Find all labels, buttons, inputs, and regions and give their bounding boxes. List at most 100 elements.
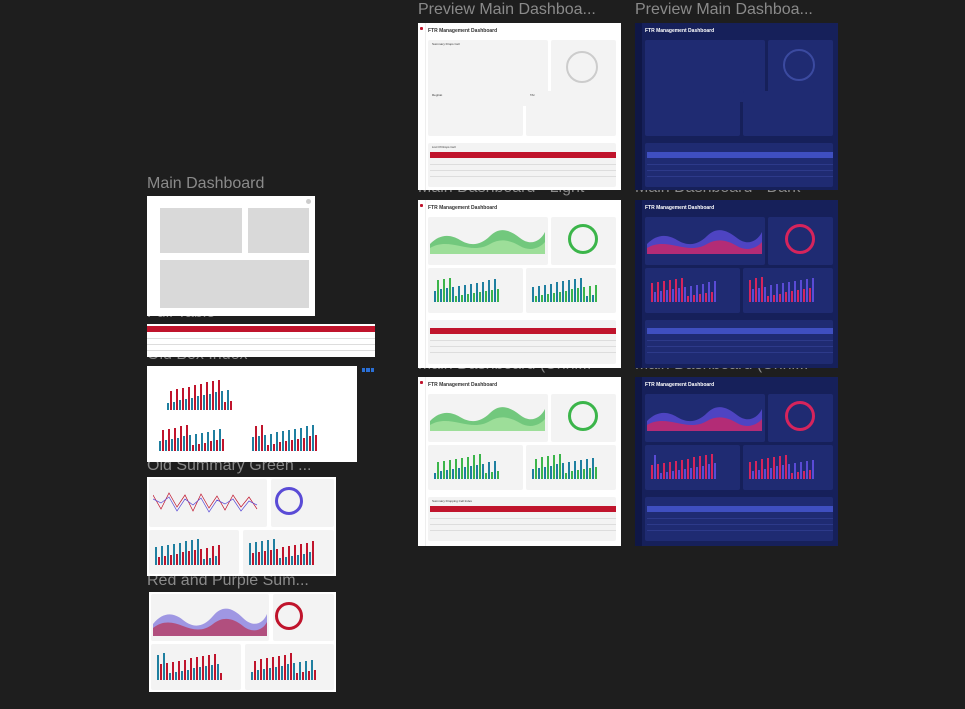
- bar: [702, 283, 704, 302]
- bar: [306, 426, 308, 451]
- bar: [583, 287, 585, 302]
- bar: [203, 395, 205, 410]
- frame-main-dark[interactable]: FTR Management Dashboard: [635, 200, 838, 368]
- bar: [776, 284, 778, 302]
- header: FTR Management Dashboard: [418, 377, 621, 393]
- bar: [535, 458, 537, 479]
- bar: [776, 466, 778, 479]
- frame-preview-light[interactable]: FTR Management Dashboard Summary Drops C…: [418, 23, 621, 190]
- bar: [693, 295, 695, 302]
- frame-red-purple[interactable]: [149, 592, 336, 692]
- wire-panel-bottom: [160, 260, 309, 308]
- bar: [255, 426, 257, 451]
- frame-preview-dark[interactable]: FTR Management Dashboard: [635, 23, 838, 190]
- bar: [195, 433, 197, 451]
- bar: [211, 664, 213, 680]
- donut-chart: [785, 224, 815, 254]
- bar: [308, 670, 310, 680]
- bar: [565, 472, 567, 479]
- bar: [175, 671, 177, 680]
- bar: [758, 287, 760, 302]
- table-row: [647, 348, 833, 353]
- bar: [547, 456, 549, 479]
- bar: [497, 288, 499, 302]
- bar: [770, 467, 772, 479]
- frame-label-preview-light[interactable]: Preview Main Dashboa...: [418, 1, 614, 19]
- bar: [681, 459, 683, 479]
- bar: [559, 454, 561, 479]
- bar: [201, 432, 203, 451]
- bar: [167, 403, 169, 410]
- frame-main-wire[interactable]: [147, 196, 315, 316]
- bar: [779, 293, 781, 302]
- sidebar: [635, 200, 642, 368]
- bar: [437, 462, 439, 479]
- bar: [221, 390, 223, 410]
- bar: [553, 292, 555, 302]
- bar: [202, 656, 204, 680]
- bar: [305, 660, 307, 680]
- frame-full-table[interactable]: [147, 324, 375, 357]
- tai-panel: TAI: [526, 91, 616, 136]
- bar: [794, 281, 796, 302]
- bar: [488, 462, 490, 479]
- bar: [806, 460, 808, 479]
- bar: [491, 289, 493, 302]
- frame-main-light[interactable]: FTR Management Dashboard: [418, 200, 621, 368]
- bar: [595, 466, 597, 479]
- frame-unh-dark[interactable]: FTR Management Dashboard: [635, 377, 838, 546]
- bar: [163, 653, 165, 680]
- bar: [779, 456, 781, 479]
- bar: [467, 294, 469, 302]
- sidebar: [418, 377, 426, 546]
- donut-chart: [275, 602, 303, 630]
- bar: [690, 467, 692, 479]
- bar: [206, 382, 208, 410]
- bar: [273, 443, 275, 451]
- bar: [535, 296, 537, 302]
- frame-old-green[interactable]: [147, 477, 336, 576]
- sidebar: [635, 23, 642, 190]
- old-box-chart-top: [167, 376, 232, 410]
- bar: [678, 288, 680, 302]
- bar: [681, 277, 683, 302]
- bar: [708, 464, 710, 479]
- bar: [282, 547, 284, 565]
- frame-unh-light[interactable]: FTR Management Dashboard Summary Droppin…: [418, 377, 621, 546]
- bar: [785, 292, 787, 302]
- bar: [270, 549, 272, 565]
- header: FTR Management Dashboard: [635, 377, 838, 393]
- bar: [251, 671, 253, 680]
- bar: [306, 542, 308, 565]
- bar: [812, 459, 814, 479]
- frame-old-box[interactable]: [147, 366, 357, 462]
- bar: [494, 279, 496, 302]
- bar: [565, 290, 567, 302]
- bar: [586, 296, 588, 302]
- bar: [203, 558, 205, 565]
- bar: [220, 673, 222, 680]
- bar: [455, 458, 457, 479]
- bar: [176, 553, 178, 565]
- area-chart: [430, 407, 545, 431]
- bar: [260, 659, 262, 680]
- frame-label-main-wire[interactable]: Main Dashboard: [147, 175, 315, 193]
- bar: [212, 546, 214, 565]
- bar: [294, 544, 296, 565]
- header: FTR Management Dashboard: [635, 23, 838, 39]
- table-panel: [645, 143, 833, 187]
- bar: [764, 468, 766, 479]
- bar: [276, 548, 278, 565]
- frame-label-preview-dark[interactable]: Preview Main Dashboa...: [635, 1, 831, 19]
- bar: [208, 654, 210, 680]
- bar: [654, 454, 656, 479]
- bar: [577, 470, 579, 479]
- bar: [764, 286, 766, 302]
- panel-title: RegCat: [432, 93, 443, 97]
- bar: [550, 283, 552, 302]
- bar: [264, 434, 266, 451]
- bar: [219, 429, 221, 451]
- bar: [161, 546, 163, 565]
- selection-handle-icon[interactable]: [362, 368, 374, 372]
- bar: [257, 670, 259, 680]
